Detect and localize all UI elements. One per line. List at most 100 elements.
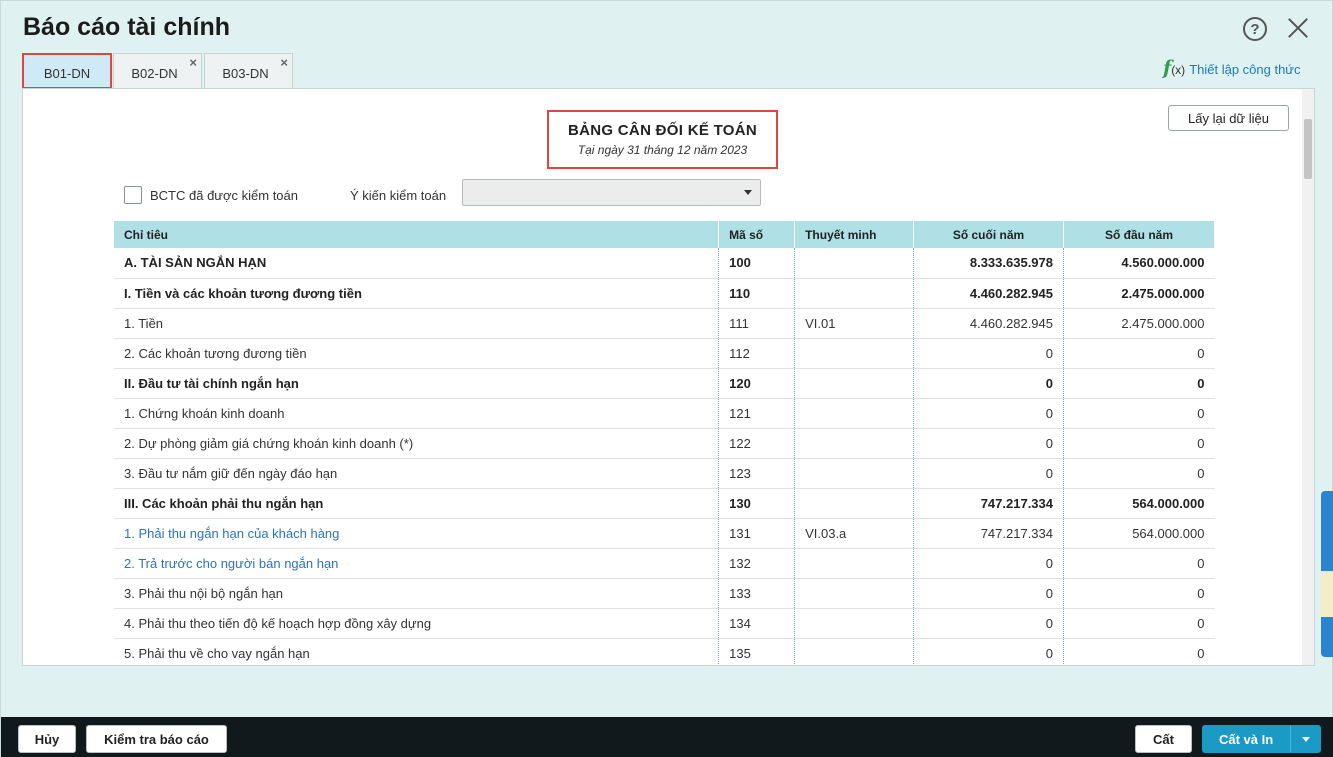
side-panel-tab[interactable] xyxy=(1321,617,1333,657)
header-note[interactable]: Thuyết minh xyxy=(794,221,915,248)
row-code: 134 xyxy=(718,608,795,639)
cancel-button[interactable]: Hủy xyxy=(18,725,76,753)
report-panel: Lấy lại dữ liệu BẢNG CÂN ĐỐI KẾ TOÁN Tại… xyxy=(22,88,1315,666)
row-start-of-year: 0 xyxy=(1063,398,1215,429)
row-code: 112 xyxy=(718,338,795,369)
row-label: II. Đầu tư tài chính ngắn hạn xyxy=(114,368,719,399)
row-label: I. Tiền và các khoản tương đương tiền xyxy=(114,278,719,309)
side-panel-collapse-tab[interactable] xyxy=(1321,571,1333,617)
help-icon[interactable]: ? xyxy=(1243,17,1267,41)
table-row[interactable]: 2. Dự phòng giảm giá chứng khoán kinh do… xyxy=(114,428,1215,459)
row-note xyxy=(794,458,914,489)
save-and-print-label: Cất và In xyxy=(1219,731,1274,747)
row-code: 123 xyxy=(718,458,795,489)
table-row[interactable]: A. TÀI SẢN NGẮN HẠN 100 8.333.635.978 4.560… xyxy=(114,248,1215,279)
vertical-scrollbar[interactable] xyxy=(1302,89,1314,665)
table-row[interactable]: 2. Các khoản tương đương tiền 112 0 0 xyxy=(114,338,1215,369)
tab-b02-dn[interactable]: B02-DN × xyxy=(113,53,202,89)
row-start-of-year: 564.000.000 xyxy=(1063,518,1215,549)
balance-sheet-table: Chỉ tiêu Mã số Thuyết minh Số cuối năm S… xyxy=(114,221,1215,665)
table-header-row: Chỉ tiêu Mã số Thuyết minh Số cuối năm S… xyxy=(114,221,1215,248)
table-row[interactable]: 1. Chứng khoán kinh doanh 121 0 0 xyxy=(114,398,1215,429)
table-row[interactable]: 3. Đầu tư nắm giữ đến ngày đáo hạn 123 0 0 xyxy=(114,458,1215,489)
formula-icon-suffix: (x) xyxy=(1171,63,1186,77)
side-panel-tab[interactable] xyxy=(1321,491,1333,531)
table-row[interactable]: III. Các khoản phải thu ngắn hạn 130 747.2… xyxy=(114,488,1215,519)
row-code: 132 xyxy=(718,548,795,579)
side-panel-tab[interactable] xyxy=(1321,531,1333,571)
refresh-data-button[interactable]: Lấy lại dữ liệu xyxy=(1168,105,1289,131)
table-row[interactable]: 2. Trả trước cho người bán ngắn hạn 132 0 0 xyxy=(114,548,1215,579)
header-end-of-year[interactable]: Số cuối năm xyxy=(913,221,1064,248)
audit-opinion-select[interactable] xyxy=(462,179,761,206)
table-row[interactable]: I. Tiền và các khoản tương đương tiền 110… xyxy=(114,278,1215,309)
row-label: 2. Trả trước cho người bán ngắn hạn xyxy=(114,548,719,579)
row-note: VI.01 xyxy=(794,308,914,339)
row-note xyxy=(794,608,914,639)
row-label: 2. Các khoản tương đương tiền xyxy=(114,338,719,369)
tab-label: B02-DN xyxy=(131,66,178,81)
row-label: 1. Phải thu ngắn hạn của khách hàng xyxy=(114,518,719,549)
footer-bar: Hủy Kiểm tra báo cáo Cất Cất và In xyxy=(1,717,1333,757)
row-start-of-year: 0 xyxy=(1063,458,1215,489)
row-label: 2. Dự phòng giảm giá chứng khoán kinh do… xyxy=(114,428,719,459)
report-date: Tại ngày 31 tháng 12 năm 2023 xyxy=(577,143,748,157)
row-end-of-year: 0 xyxy=(913,638,1064,665)
tab-close-icon[interactable]: × xyxy=(280,55,288,70)
row-note xyxy=(794,578,914,609)
audited-checkbox[interactable] xyxy=(124,186,142,204)
row-end-of-year: 0 xyxy=(913,608,1064,639)
save-and-print-button[interactable]: Cất và In xyxy=(1202,725,1321,753)
report-heading: BẢNG CÂN ĐỐI KẾ TOÁN Tại ngày 31 tháng 1… xyxy=(547,110,778,169)
save-and-print-dropdown[interactable] xyxy=(1290,726,1320,752)
row-label: 3. Đầu tư nắm giữ đến ngày đáo hạn xyxy=(114,458,719,489)
row-note xyxy=(794,278,914,309)
report-title: BẢNG CÂN ĐỐI KẾ TOÁN xyxy=(567,122,758,139)
row-end-of-year: 0 xyxy=(913,428,1064,459)
row-code: 111 xyxy=(718,308,795,339)
table-row[interactable]: II. Đầu tư tài chính ngắn hạn 120 0 0 xyxy=(114,368,1215,399)
formula-setup-link[interactable]: f (x) Thiết lập công thức xyxy=(1163,57,1301,79)
header-code[interactable]: Mã số xyxy=(718,221,796,248)
row-start-of-year: 0 xyxy=(1063,428,1215,459)
tab-label: B03-DN xyxy=(222,66,269,81)
save-button[interactable]: Cất xyxy=(1135,725,1192,753)
chevron-down-icon xyxy=(1302,737,1310,742)
tab-close-icon[interactable]: × xyxy=(189,55,197,70)
row-note xyxy=(794,368,914,399)
row-end-of-year: 747.217.334 xyxy=(913,518,1064,549)
header-indicator[interactable]: Chỉ tiêu xyxy=(114,221,720,248)
row-label: 3. Phải thu nội bộ ngắn hạn xyxy=(114,578,719,609)
tab-b03-dn[interactable]: B03-DN × xyxy=(204,53,293,89)
row-note xyxy=(794,488,914,519)
check-report-button[interactable]: Kiểm tra báo cáo xyxy=(86,725,227,753)
financial-report-window: Báo cáo tài chính ? B01-DN B02-DN × B03-… xyxy=(0,0,1333,757)
row-note: VI.03.a xyxy=(794,518,914,549)
row-label: 4. Phải thu theo tiến độ kế hoạch hợp đồ… xyxy=(114,608,719,639)
chevron-down-icon xyxy=(744,190,752,195)
table-row[interactable]: 1. Tiền 111 VI.01 4.460.282.945 2.475.000.00… xyxy=(114,308,1215,339)
scrollbar-thumb[interactable] xyxy=(1304,119,1312,179)
table-row[interactable]: 1. Phải thu ngắn hạn của khách hàng 131 VI… xyxy=(114,518,1215,549)
row-end-of-year: 0 xyxy=(913,548,1064,579)
row-note xyxy=(794,248,914,279)
audited-label: BCTC đã được kiểm toán xyxy=(150,188,299,203)
row-note xyxy=(794,548,914,579)
row-end-of-year: 4.460.282.945 xyxy=(913,308,1064,339)
row-start-of-year: 0 xyxy=(1063,548,1215,579)
row-label: 5. Phải thu về cho vay ngắn hạn xyxy=(114,638,719,665)
table-row[interactable]: 5. Phải thu về cho vay ngắn hạn 135 0 0 xyxy=(114,638,1215,665)
table-row[interactable]: 4. Phải thu theo tiến độ kế hoạch hợp đồ… xyxy=(114,608,1215,639)
formula-setup-label: Thiết lập công thức xyxy=(1189,62,1301,77)
row-start-of-year: 564.000.000 xyxy=(1063,488,1215,519)
tab-label: B01-DN xyxy=(43,65,91,81)
row-start-of-year: 4.560.000.000 xyxy=(1063,248,1215,279)
row-start-of-year: 0 xyxy=(1063,638,1215,665)
table-row[interactable]: 3. Phải thu nội bộ ngắn hạn 133 0 0 xyxy=(114,578,1215,609)
row-code: 130 xyxy=(718,488,795,519)
row-start-of-year: 2.475.000.000 xyxy=(1063,308,1215,339)
close-icon[interactable] xyxy=(1285,15,1311,41)
row-end-of-year: 0 xyxy=(913,398,1064,429)
tab-b01-dn[interactable]: B01-DN xyxy=(22,53,112,89)
header-start-of-year[interactable]: Số đầu năm xyxy=(1063,221,1215,248)
